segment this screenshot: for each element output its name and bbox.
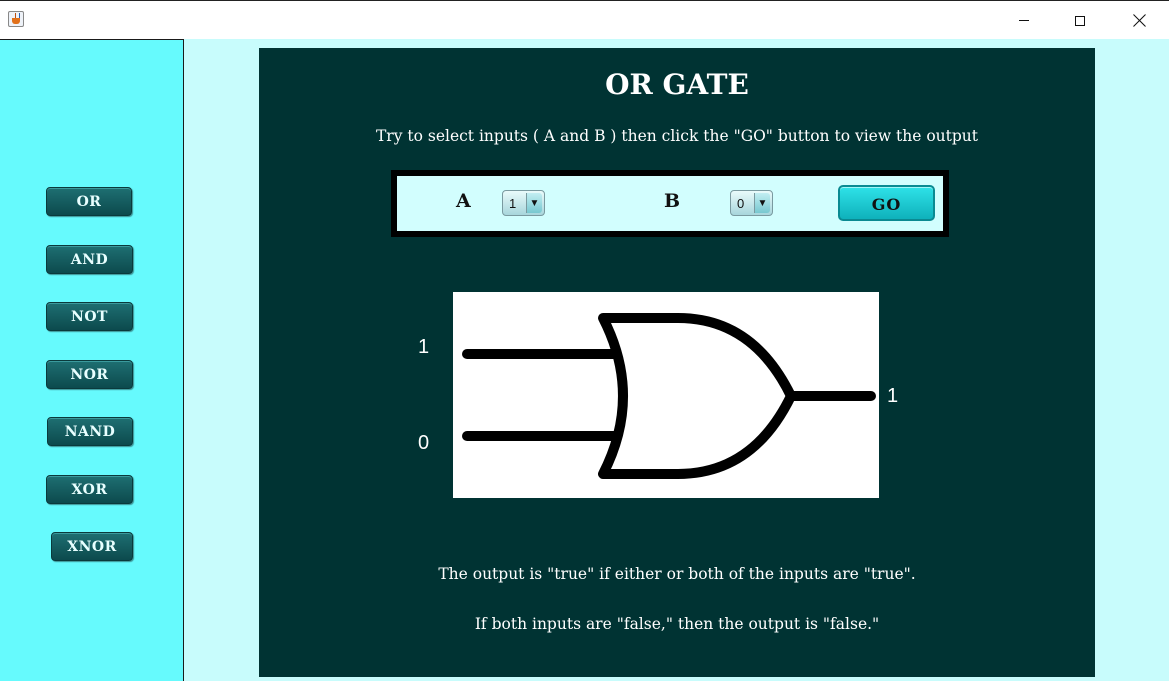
input-b-value: 0	[737, 196, 745, 211]
input-a-select[interactable]: 1 ▼	[502, 190, 545, 216]
or-gate-symbol-icon	[462, 313, 876, 479]
not-gate-button[interactable]: NOT	[46, 302, 133, 331]
title-bar	[0, 0, 1169, 39]
input-control-panel: A 1 ▼ B 0 ▼ GO	[391, 170, 949, 237]
close-button[interactable]	[1111, 1, 1167, 40]
or-gate-button[interactable]: OR	[46, 187, 132, 216]
or-gate-diagram	[453, 292, 879, 498]
java-cup-icon[interactable]	[8, 11, 24, 27]
input-a-label: A	[456, 190, 471, 212]
input-b-select[interactable]: 0 ▼	[730, 190, 773, 216]
xor-gate-button[interactable]: XOR	[46, 475, 133, 504]
output-display: 1	[887, 385, 899, 407]
description-line-1: The output is "true" if either or both o…	[438, 565, 916, 583]
input-a-display: 1	[418, 336, 430, 358]
sidebar: OR AND NOT NOR NAND XOR XNOR	[0, 39, 184, 681]
maximize-icon	[1075, 15, 1085, 26]
instructions-text: Try to select inputs ( A and B ) then cl…	[375, 127, 979, 145]
go-button[interactable]: GO	[838, 185, 935, 221]
page-title: OR GATE	[605, 68, 749, 101]
close-icon	[1133, 14, 1146, 27]
main-panel: OR GATE Try to select inputs ( A and B )…	[259, 48, 1095, 677]
maximize-button[interactable]	[1052, 1, 1108, 40]
input-a-value: 1	[509, 196, 517, 211]
and-gate-button[interactable]: AND	[46, 245, 133, 274]
minimize-icon	[1019, 20, 1029, 21]
chevron-down-icon: ▼	[754, 193, 770, 213]
chevron-down-icon: ▼	[526, 193, 542, 213]
input-b-label: B	[664, 190, 681, 212]
minimize-button[interactable]	[996, 1, 1052, 40]
description-line-2: If both inputs are "false," then the out…	[474, 615, 880, 633]
input-b-display: 0	[418, 432, 430, 454]
nand-gate-button[interactable]: NAND	[47, 417, 133, 446]
nor-gate-button[interactable]: NOR	[46, 360, 133, 389]
xnor-gate-button[interactable]: XNOR	[51, 532, 133, 561]
